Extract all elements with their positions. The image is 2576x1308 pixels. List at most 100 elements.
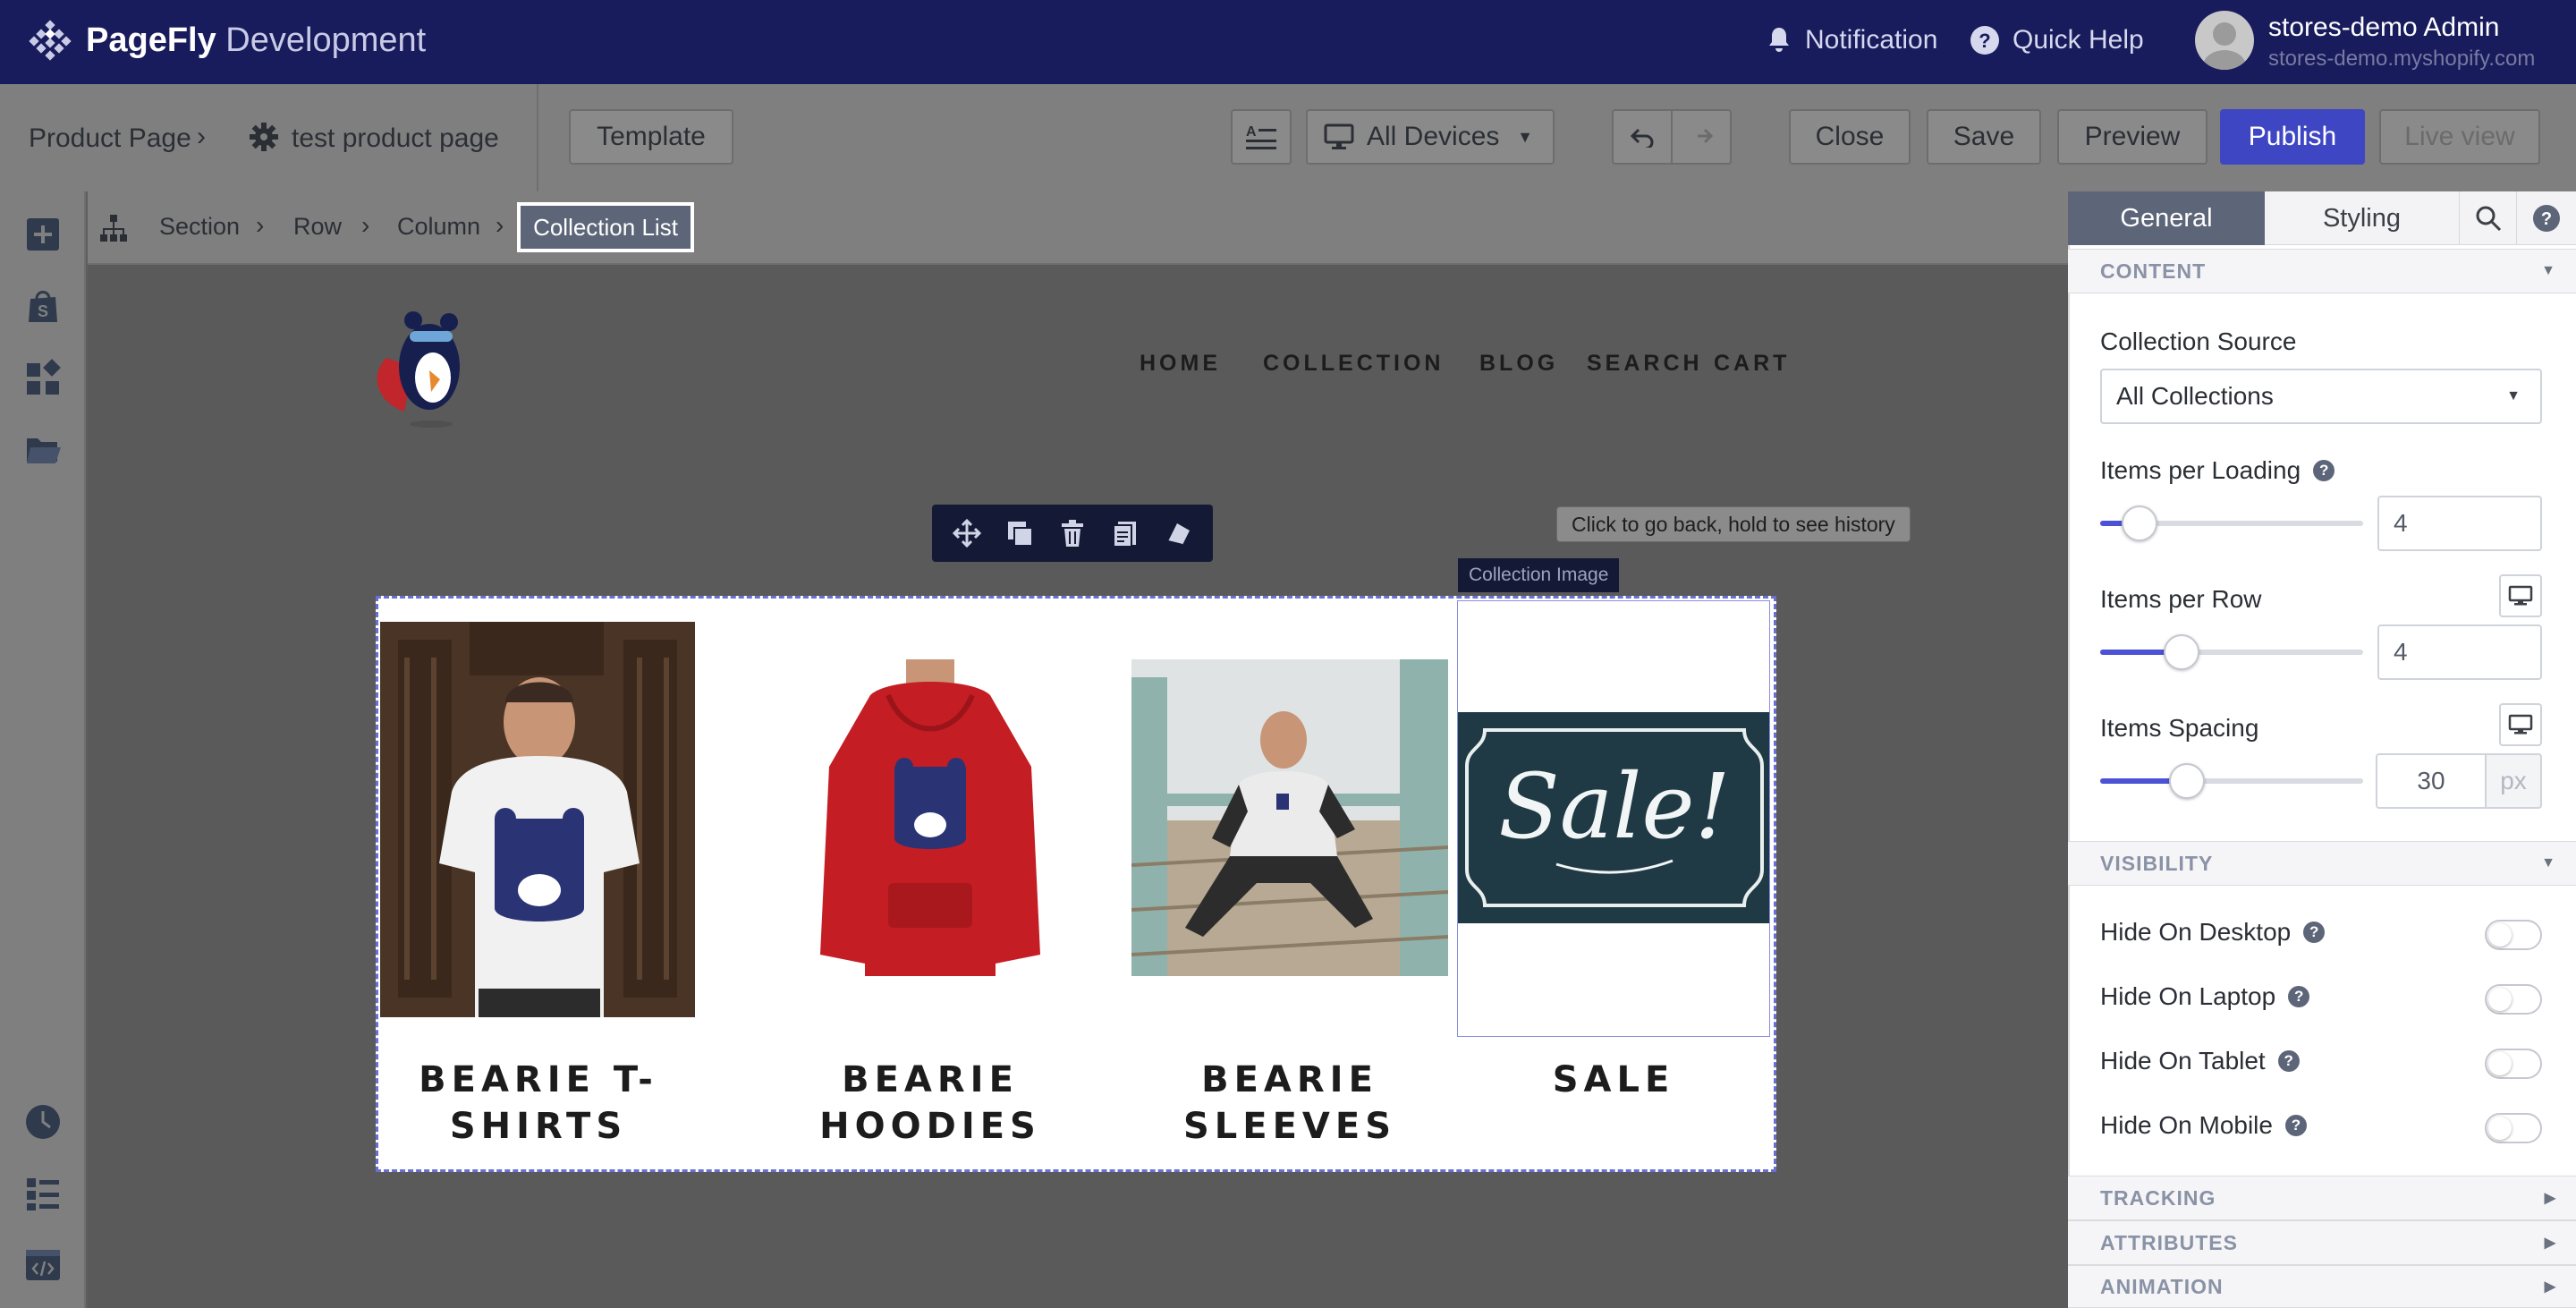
nav-collection[interactable]: COLLECTION bbox=[1263, 351, 1445, 377]
help-icon[interactable]: ? bbox=[2288, 986, 2310, 1007]
user-avatar[interactable] bbox=[2195, 11, 2254, 70]
tab-general[interactable]: General bbox=[2068, 191, 2265, 245]
items-per-loading-slider[interactable] bbox=[2100, 505, 2363, 541]
move-arrows-icon[interactable] bbox=[952, 518, 982, 548]
breadcrumb-section[interactable]: Section bbox=[159, 213, 240, 241]
caret-down-icon: ▼ bbox=[2541, 855, 2556, 871]
panel-help-button[interactable]: ? bbox=[2517, 191, 2576, 245]
breadcrumb-row[interactable]: Row bbox=[293, 213, 342, 241]
slider-handle[interactable] bbox=[2122, 505, 2157, 541]
undo-button[interactable] bbox=[1612, 109, 1673, 165]
user-silhouette-icon bbox=[2203, 22, 2246, 70]
items-spacing-input[interactable]: 30 bbox=[2376, 753, 2487, 809]
help-circle-icon: ? bbox=[1970, 26, 1999, 55]
nav-blog[interactable]: BLOG bbox=[1479, 351, 1558, 377]
chevron-right-icon: › bbox=[496, 211, 504, 239]
publish-button[interactable]: Publish bbox=[2220, 109, 2365, 165]
panel-search-button[interactable] bbox=[2460, 191, 2517, 245]
items-spacing-slider[interactable] bbox=[2100, 763, 2363, 799]
chevron-right-icon: › bbox=[361, 211, 370, 239]
attributes-section-header[interactable]: ATTRIBUTES ▶ bbox=[2068, 1220, 2576, 1265]
collection-title-sale[interactable]: SALE bbox=[1489, 1057, 1738, 1103]
items-per-loading-input[interactable]: 4 bbox=[2377, 496, 2542, 551]
svg-text:S: S bbox=[38, 302, 48, 320]
history-tooltip: Click to go back, hold to see history bbox=[1556, 506, 1911, 542]
collection-title-sleeves[interactable]: BEARIE SLEEVES bbox=[1165, 1057, 1414, 1150]
sitemap-icon[interactable] bbox=[98, 213, 129, 243]
breadcrumb-product-page[interactable]: Product Page bbox=[29, 123, 191, 154]
text-align-button[interactable]: A bbox=[1231, 109, 1292, 165]
visibility-section-header[interactable]: VISIBILITY ▼ bbox=[2068, 841, 2576, 886]
collection-image-hoodies[interactable] bbox=[772, 659, 1089, 976]
live-view-button[interactable]: Live view bbox=[2379, 109, 2540, 165]
element-breadcrumb-bar bbox=[88, 191, 2068, 265]
nav-home[interactable]: HOME bbox=[1140, 351, 1221, 377]
content-section-header[interactable]: CONTENT ▼ bbox=[2068, 249, 2576, 293]
copy-document-icon[interactable] bbox=[1110, 518, 1140, 548]
collection-list[interactable]: BEARIE T- SHIRTS BEARIE HOODIES BEARIE SLEE… bbox=[376, 596, 1776, 1172]
collection-title-hoodies[interactable]: BEARIE HOODIES bbox=[806, 1057, 1055, 1150]
collection-image-sleeves[interactable] bbox=[1131, 659, 1448, 976]
caret-down-icon: ▼ bbox=[2541, 263, 2556, 278]
nav-search[interactable]: SEARCH bbox=[1587, 351, 1703, 377]
trash-icon[interactable] bbox=[1057, 518, 1088, 548]
monitor-icon bbox=[2508, 585, 2533, 606]
animation-section-header[interactable]: ANIMATION ▶ bbox=[2068, 1265, 2576, 1308]
items-per-row-input[interactable]: 4 bbox=[2377, 624, 2542, 680]
close-button[interactable]: Close bbox=[1789, 109, 1911, 165]
preview-button[interactable]: Preview bbox=[2057, 109, 2207, 165]
hide-on-tablet-toggle[interactable] bbox=[2485, 1049, 2542, 1079]
responsive-device-button[interactable] bbox=[2499, 703, 2542, 746]
breadcrumb-column[interactable]: Column bbox=[397, 213, 480, 241]
template-button[interactable]: Template bbox=[569, 109, 733, 165]
responsive-device-button[interactable] bbox=[2499, 574, 2542, 617]
slider-handle[interactable] bbox=[2164, 634, 2199, 670]
toggle-knob bbox=[2488, 1052, 2512, 1075]
help-icon[interactable]: ? bbox=[2284, 1115, 2307, 1136]
gear-icon[interactable] bbox=[249, 122, 279, 152]
hide-on-desktop-toggle[interactable] bbox=[2485, 920, 2542, 950]
collection-image-sale[interactable]: Sale! bbox=[1457, 600, 1770, 1037]
slider-handle[interactable] bbox=[2169, 763, 2205, 799]
caret-right-icon: ▶ bbox=[2544, 1279, 2556, 1295]
add-element-icon[interactable] bbox=[23, 215, 63, 254]
help-icon[interactable]: ? bbox=[2303, 922, 2326, 943]
hide-on-mobile-toggle[interactable] bbox=[2485, 1113, 2542, 1143]
toggle-knob bbox=[2488, 988, 2512, 1011]
svg-text:A: A bbox=[1246, 124, 1257, 140]
hide-on-laptop-toggle[interactable] bbox=[2485, 984, 2542, 1015]
text-lines-icon: A bbox=[1246, 124, 1276, 149]
folder-open-icon[interactable] bbox=[23, 429, 63, 469]
breadcrumb-collection-list[interactable]: Collection List bbox=[517, 202, 694, 252]
items-per-row-slider[interactable] bbox=[2100, 634, 2363, 670]
help-circle-icon: ? bbox=[2533, 205, 2560, 232]
hide-on-desktop-label: Hide On Desktop? bbox=[2100, 918, 2326, 947]
redo-button[interactable] bbox=[1671, 109, 1732, 165]
items-spacing-unit: px bbox=[2485, 753, 2542, 809]
page-name[interactable]: test product page bbox=[292, 123, 499, 154]
pagefly-logo-icon bbox=[29, 20, 72, 61]
eraser-style-icon[interactable] bbox=[1163, 518, 1193, 548]
caret-down-icon: ▼ bbox=[1517, 127, 1533, 146]
nav-cart[interactable]: CART bbox=[1714, 351, 1790, 377]
user-store: stores-demo.myshopify.com bbox=[2268, 47, 2536, 71]
layers-list-icon[interactable] bbox=[23, 1174, 63, 1213]
tracking-section-header[interactable]: TRACKING ▶ bbox=[2068, 1176, 2576, 1220]
chevron-right-icon: › bbox=[197, 122, 206, 151]
help-icon[interactable]: ? bbox=[2313, 460, 2335, 481]
duplicate-icon[interactable] bbox=[1004, 518, 1035, 548]
quick-help-button[interactable]: ? Quick Help bbox=[1970, 25, 2144, 55]
collection-image-tshirts[interactable] bbox=[380, 622, 695, 1017]
notification-button[interactable]: Notification bbox=[1766, 25, 1937, 55]
save-button[interactable]: Save bbox=[1927, 109, 2041, 165]
help-icon[interactable]: ? bbox=[2277, 1050, 2300, 1072]
history-clock-icon[interactable] bbox=[23, 1102, 63, 1142]
collection-source-select[interactable]: All Collections ▼ bbox=[2100, 369, 2542, 424]
collection-title-tshirts[interactable]: BEARIE T- SHIRTS bbox=[414, 1057, 663, 1150]
widgets-icon[interactable] bbox=[23, 358, 63, 397]
tab-styling[interactable]: Styling bbox=[2265, 191, 2460, 245]
device-select[interactable]: All Devices ▼ bbox=[1306, 109, 1555, 165]
shopify-bag-icon[interactable]: S bbox=[23, 286, 63, 326]
code-editor-icon[interactable] bbox=[23, 1245, 63, 1285]
element-action-toolbar bbox=[932, 505, 1213, 562]
